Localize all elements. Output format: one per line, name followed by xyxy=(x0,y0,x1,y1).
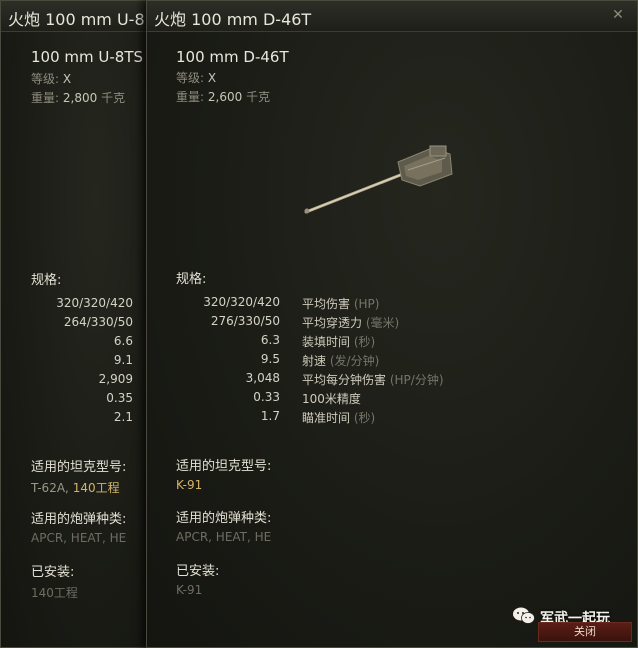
front-shells-list: APCR, HEAT, HE xyxy=(176,530,272,544)
back-specs-heading: 规格: xyxy=(31,273,62,288)
front-tanks-heading: 适用的坦克型号: xyxy=(176,459,272,474)
front-installed-heading: 已安装: xyxy=(176,564,220,579)
back-weight: 重量: 2,800 千克 xyxy=(31,91,126,105)
front-installed-list: K-91 xyxy=(176,583,203,597)
back-stat-value: 0.35 xyxy=(106,391,133,405)
front-stat-name: 装填时间 (秒) xyxy=(302,335,376,349)
front-stat-value: 320/320/420 xyxy=(203,295,280,309)
back-installed-heading: 已安装: xyxy=(31,565,75,580)
back-stat-value: 6.6 xyxy=(113,334,133,348)
front-stat-name: 平均穿透力 (毫米) xyxy=(302,316,400,330)
gun-icon xyxy=(304,145,453,214)
wechat-icon xyxy=(513,607,535,624)
front-stat-name: 瞄准时间 (秒) xyxy=(302,411,376,425)
front-tier: 等级: X xyxy=(176,71,217,85)
front-window-titlebar[interactable]: 火炮 100 mm D-46T ✕ xyxy=(147,1,637,32)
front-window-title: 火炮 100 mm D-46T xyxy=(154,10,312,29)
front-stat-name: 平均每分钟伤害 (HP/分钟) xyxy=(302,373,444,387)
back-stat-value: 2,909 xyxy=(98,372,133,386)
back-window-title: 火炮 100 mm U-8 xyxy=(8,10,145,29)
front-shells-heading: 适用的炮弹种类: xyxy=(176,511,272,526)
front-stat-name: 平均伤害 (HP) xyxy=(302,297,380,311)
back-gun-name: 100 mm U-8TS xyxy=(31,48,144,66)
close-button[interactable]: 关闭 xyxy=(538,622,632,642)
front-stat-value: 276/330/50 xyxy=(210,314,280,328)
back-tier: 等级: X xyxy=(31,72,72,86)
front-stat-name: 射速 (发/分钟) xyxy=(302,354,380,368)
back-stat-value: 2.1 xyxy=(113,410,133,424)
front-specs-heading: 规格: xyxy=(176,272,207,287)
close-icon[interactable]: ✕ xyxy=(607,4,629,26)
front-stat-value: 0.33 xyxy=(253,390,280,404)
front-gun-name: 100 mm D-46T xyxy=(176,48,289,66)
front-stat-value: 9.5 xyxy=(260,352,280,366)
back-tanks-heading: 适用的坦克型号: xyxy=(31,460,127,475)
back-shells-heading: 适用的炮弹种类: xyxy=(31,512,127,527)
back-window-titlebar[interactable]: 火炮 100 mm U-8 xyxy=(1,1,159,32)
back-installed-list: 140工程 xyxy=(31,586,78,600)
back-window: 火炮 100 mm U-8 100 mm U-8TS 等级: X 重量: 2,8… xyxy=(0,0,160,648)
back-shells-list: APCR, HEAT, HE xyxy=(31,531,127,545)
front-tanks-list: K-91 xyxy=(176,478,203,492)
front-weight: 重量: 2,600 千克 xyxy=(176,90,271,104)
back-stat-value: 9.1 xyxy=(113,353,133,367)
front-stat-value: 6.3 xyxy=(260,333,280,347)
front-stat-value: 1.7 xyxy=(260,409,280,423)
back-tanks-list: T-62A, 140工程 xyxy=(31,481,120,495)
front-stat-value: 3,048 xyxy=(245,371,280,385)
front-stat-name: 100米精度 xyxy=(302,392,361,406)
back-stat-value: 264/330/50 xyxy=(63,315,133,329)
back-stat-value: 320/320/420 xyxy=(56,296,133,310)
